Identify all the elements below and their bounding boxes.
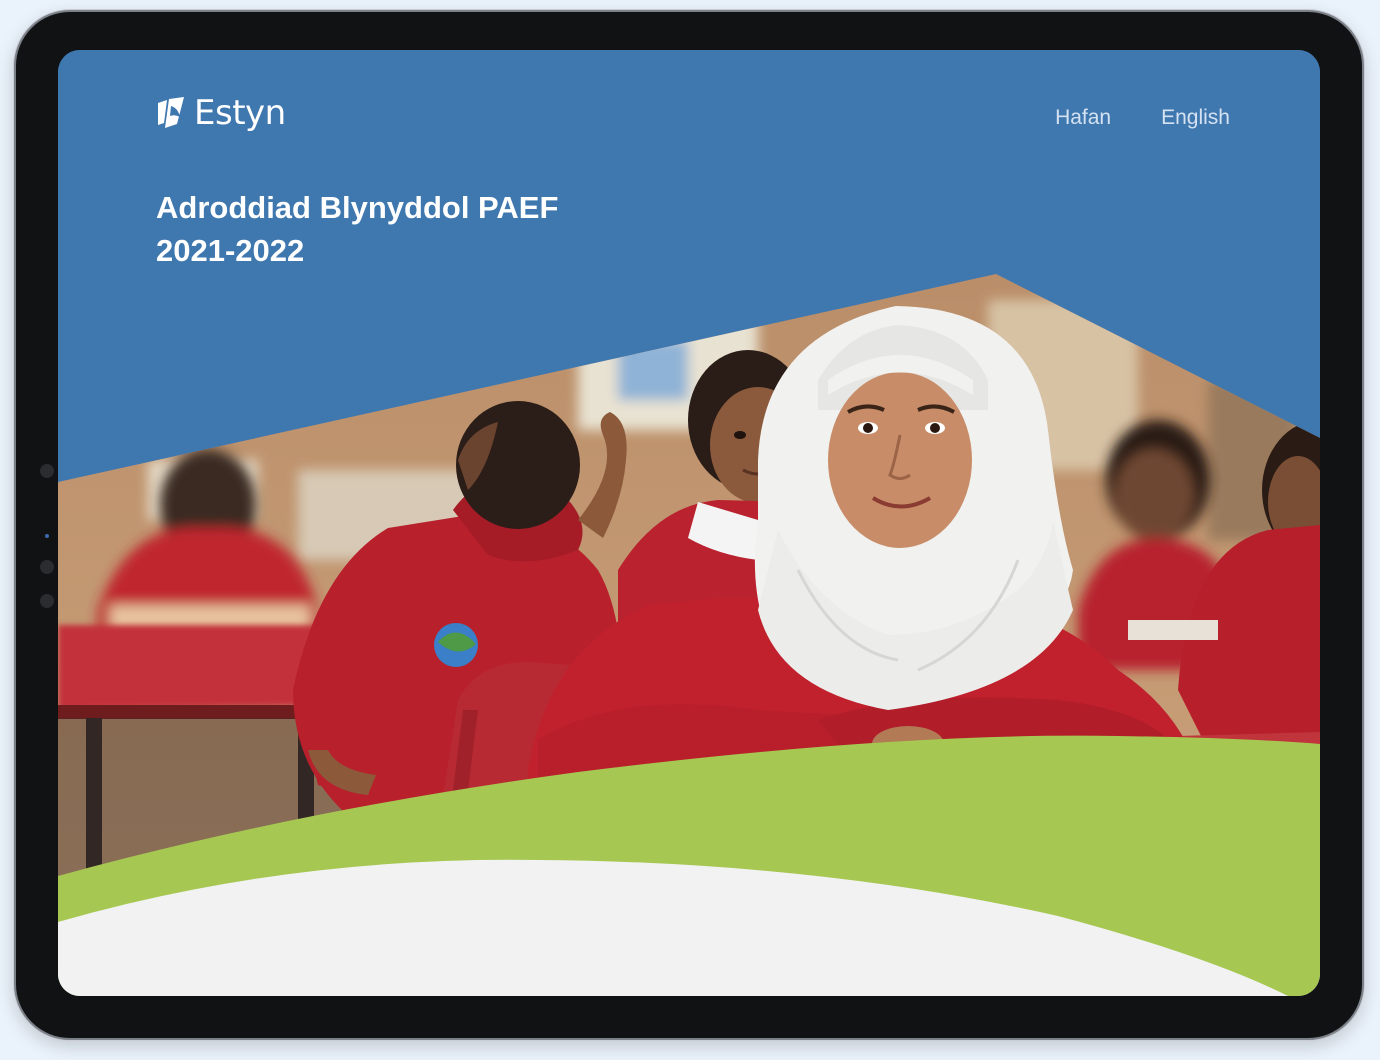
nav-hafan[interactable]: Hafan <box>1055 106 1111 130</box>
top-nav: Hafan English <box>1055 106 1230 130</box>
screen: Estyn Hafan English Adroddiad Blynyddol … <box>58 50 1320 996</box>
brand-name: Estyn <box>194 93 286 133</box>
title-line-2: 2021-2022 <box>156 233 305 268</box>
camera-dot <box>45 534 49 538</box>
side-button <box>40 560 54 574</box>
page-title: Adroddiad Blynyddol PAEF 2021-2022 <box>156 186 558 272</box>
side-button <box>40 594 54 608</box>
nav-english[interactable]: English <box>1161 106 1230 130</box>
estyn-logo[interactable]: Estyn <box>156 96 286 130</box>
title-line-1: Adroddiad Blynyddol PAEF <box>156 190 559 225</box>
estyn-logo-mark-icon <box>158 97 184 128</box>
side-button <box>40 464 54 478</box>
